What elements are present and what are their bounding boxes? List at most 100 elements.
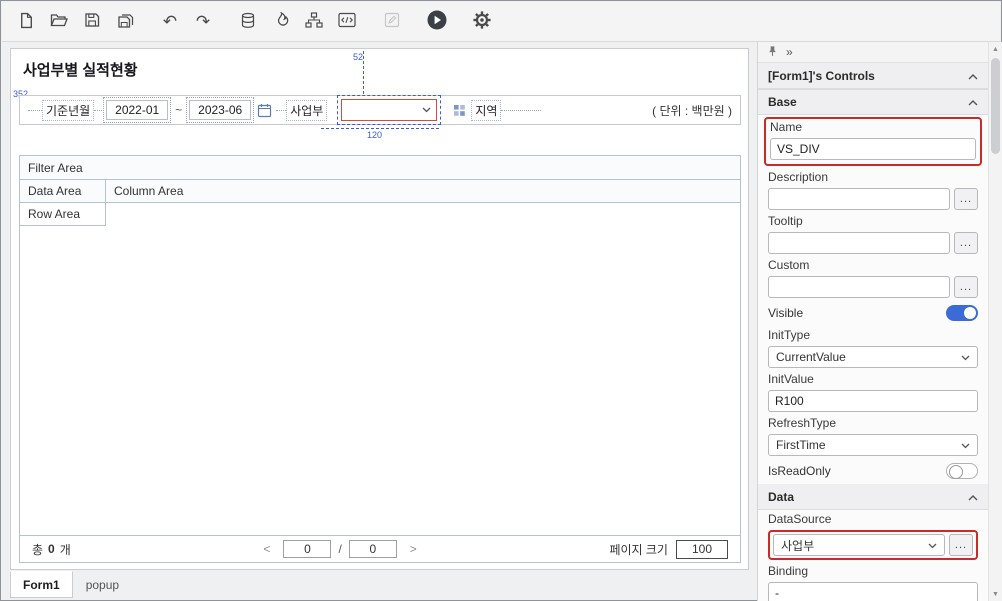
date-range-separator: ~	[175, 103, 182, 117]
base-section-header[interactable]: Base	[758, 89, 988, 115]
tooltip-input[interactable]	[768, 232, 950, 254]
app-window: ↶ ↷ 사업부별 실적현황 352 52 기준년월 2022-01 ~ 2023…	[0, 0, 1002, 601]
design-canvas: 사업부별 실적현황 352 52 기준년월 2022-01 ~ 2023-06 …	[10, 48, 749, 570]
filter-area-label: Filter Area	[28, 161, 83, 175]
visible-toggle[interactable]	[946, 305, 978, 321]
datasource-value: 사업부	[781, 537, 814, 554]
properties-panel: » [Form1]'s Controls Base Name Descripti…	[757, 42, 1002, 601]
date-to-input[interactable]: 2023-06	[189, 100, 251, 120]
collapse-panel-button[interactable]: »	[786, 45, 793, 59]
filter-bar: 기준년월 2022-01 ~ 2023-06 사업부 지역 ( 단위 : 백만원…	[19, 95, 741, 125]
grid-row-area-row: Row Area	[20, 203, 740, 226]
prev-page-button[interactable]: <	[255, 542, 278, 556]
visible-label: Visible	[768, 306, 803, 320]
tooltip-ellipsis-button[interactable]: ...	[954, 232, 978, 254]
initvalue-input[interactable]	[768, 390, 978, 412]
total-suffix: 개	[60, 541, 71, 558]
data-section-header[interactable]: Data	[758, 484, 988, 510]
edit-button[interactable]	[378, 8, 406, 36]
redo-button[interactable]: ↷	[189, 8, 217, 36]
pivot-grid: Filter Area Data Area Column Area Row Ar…	[19, 155, 741, 563]
isreadonly-label: IsReadOnly	[768, 464, 831, 478]
scrollbar-up-arrow[interactable]: ▲	[989, 42, 1002, 56]
data-header-label: Data	[768, 490, 794, 504]
division-label[interactable]: 사업부	[286, 100, 327, 121]
refreshtype-value: FirstTime	[776, 438, 826, 452]
datasource-select[interactable]: 사업부	[773, 534, 945, 556]
open-folder-button[interactable]	[45, 8, 73, 36]
chevron-up-icon	[968, 490, 978, 504]
sitemap-button[interactable]	[300, 8, 328, 36]
run-icon	[426, 9, 448, 34]
tooltip-label: Tooltip	[768, 214, 978, 229]
grid-body	[20, 226, 740, 535]
pagination: < 0 / 0 >	[255, 540, 424, 558]
report-title[interactable]: 사업부별 실적현황	[23, 59, 138, 80]
custom-input[interactable]	[768, 276, 950, 298]
database-button[interactable]	[234, 8, 262, 36]
new-document-button[interactable]	[12, 8, 40, 36]
isreadonly-field: IsReadOnly	[758, 458, 988, 484]
datasource-label: DataSource	[768, 512, 978, 527]
datasource-ellipsis-button[interactable]: ...	[949, 534, 973, 556]
custom-label: Custom	[768, 258, 978, 273]
chevron-up-icon	[968, 95, 978, 109]
refreshtype-select[interactable]: FirstTime	[768, 434, 978, 456]
flame-button[interactable]	[267, 8, 295, 36]
region-label[interactable]: 지역	[471, 100, 501, 121]
tab-popup[interactable]: popup	[73, 571, 132, 598]
date-from-input[interactable]: 2022-01	[106, 100, 168, 120]
save-icon	[84, 12, 100, 31]
measure-vertical-line	[363, 51, 364, 94]
calendar-icon[interactable]	[257, 103, 272, 118]
scrollbar-down-arrow[interactable]: ▼	[989, 587, 1002, 601]
guide-dotted-line	[28, 110, 42, 111]
save-button[interactable]	[78, 8, 106, 36]
controls-section-header[interactable]: [Form1]'s Controls	[758, 63, 988, 89]
division-combobox[interactable]	[341, 99, 437, 121]
grid-footer: 총 0 개 < 0 / 0 > 페이지 크기 100	[20, 535, 740, 562]
isreadonly-toggle[interactable]	[946, 463, 978, 479]
tab-form1[interactable]: Form1	[10, 571, 73, 598]
name-input[interactable]	[770, 138, 976, 160]
column-area-zone[interactable]: Column Area	[106, 180, 740, 202]
flame-icon	[274, 12, 289, 32]
chevron-down-icon	[961, 350, 970, 364]
description-input[interactable]	[768, 188, 950, 210]
scrollbar-thumb[interactable]	[991, 58, 1000, 154]
name-field-highlight: Name	[764, 117, 982, 166]
grid-header-row: Data Area Column Area	[20, 180, 740, 203]
custom-field: Custom ...	[758, 256, 988, 300]
save-all-button[interactable]	[111, 8, 139, 36]
settings-button[interactable]	[468, 8, 496, 36]
sitemap-icon	[305, 12, 323, 31]
properties-panel-content: » [Form1]'s Controls Base Name Descripti…	[758, 42, 988, 601]
current-page-input[interactable]: 0	[283, 540, 331, 558]
page-size-input[interactable]: 100	[676, 540, 728, 559]
new-document-icon	[18, 12, 35, 32]
chevron-up-icon	[968, 69, 978, 83]
inittype-select[interactable]: CurrentValue	[768, 346, 978, 368]
controls-header-label: [Form1]'s Controls	[768, 69, 875, 83]
save-all-icon	[117, 12, 134, 32]
measure-horizontal-line	[321, 128, 439, 129]
panel-header-bar: »	[758, 42, 988, 63]
description-label: Description	[768, 170, 978, 185]
refreshtype-label: RefreshType	[768, 416, 978, 431]
description-ellipsis-button[interactable]: ...	[954, 188, 978, 210]
undo-icon: ↶	[163, 13, 177, 30]
binding-input[interactable]	[768, 582, 978, 601]
row-area-zone[interactable]: Row Area	[20, 203, 106, 226]
panel-scrollbar[interactable]: ▲ ▼	[988, 42, 1002, 601]
period-label[interactable]: 기준년월	[42, 100, 94, 121]
data-area-zone[interactable]: Data Area	[20, 180, 106, 202]
filter-area-zone[interactable]: Filter Area	[20, 156, 740, 180]
run-button[interactable]	[423, 8, 451, 36]
measure-top-label: 52	[353, 52, 363, 62]
code-button[interactable]	[333, 8, 361, 36]
custom-ellipsis-button[interactable]: ...	[954, 276, 978, 298]
initvalue-field: InitValue	[758, 370, 988, 414]
next-page-button[interactable]: >	[402, 542, 425, 556]
pin-icon[interactable]	[767, 45, 778, 60]
undo-button[interactable]: ↶	[156, 8, 184, 36]
